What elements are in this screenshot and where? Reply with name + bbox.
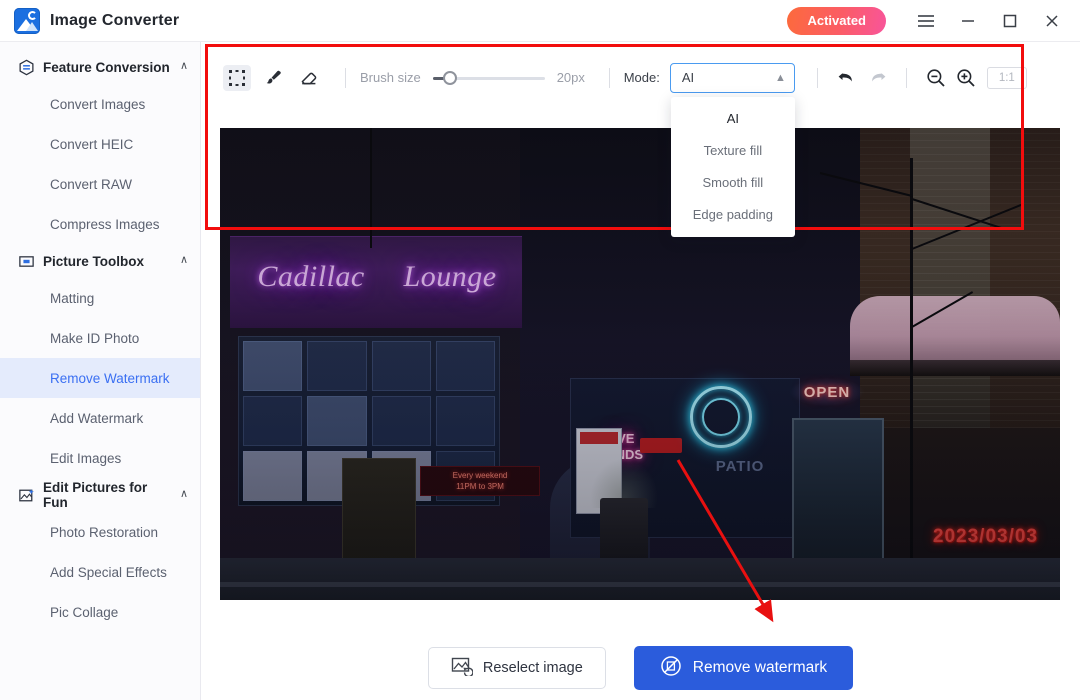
hexagon-convert-icon: [18, 59, 35, 76]
redo-arrow-icon[interactable]: [862, 64, 892, 92]
bare-tree: [910, 158, 913, 598]
slider-knob[interactable]: [442, 70, 457, 85]
mode-option-ai[interactable]: AI: [671, 103, 795, 135]
mode-option-smooth-fill[interactable]: Smooth fill: [671, 167, 795, 199]
mode-dropdown: AI Texture fill Smooth fill Edge padding: [670, 96, 795, 237]
toolbar-divider: [905, 67, 907, 88]
marquee-select-tool[interactable]: [223, 64, 251, 91]
edit-pictures-fun-icon: [18, 487, 35, 504]
mode-select[interactable]: AI ▲ AI Texture fill Smooth fill Edge pa…: [669, 62, 795, 237]
sidebar-section-feature-conversion[interactable]: Feature Conversion ∧: [0, 50, 200, 84]
open-neon-sign: OPEN: [790, 378, 864, 406]
main-panel: Brush size 20px Mode: AI ▲ AI Texture fi…: [201, 42, 1080, 700]
sidebar-item-add-watermark[interactable]: Add Watermark: [0, 398, 200, 438]
remove-watermark-button[interactable]: Remove watermark: [633, 646, 854, 690]
chevron-up-icon[interactable]: ▲: [775, 72, 786, 84]
neon-word-lounge: Lounge: [403, 260, 497, 293]
sidebar-section-label: Picture Toolbox: [43, 253, 145, 269]
sidebar-item-convert-heic[interactable]: Convert HEIC: [0, 124, 200, 164]
activated-button[interactable]: Activated: [787, 6, 886, 35]
zoom-ratio-button[interactable]: 1:1: [986, 66, 1027, 89]
mode-selected-value: AI: [681, 70, 695, 85]
image-converter-logo: [14, 7, 40, 34]
brush-tool[interactable]: [259, 65, 287, 91]
action-bar: Reselect image Remove watermark: [201, 636, 1080, 700]
zoom-in-icon[interactable]: [951, 64, 981, 92]
maximize-icon[interactable]: [990, 4, 1030, 38]
sidebar-item-photo-restoration[interactable]: Photo Restoration: [0, 512, 200, 552]
pink-cadillac: [850, 296, 1060, 368]
mode-label: Mode:: [623, 70, 660, 85]
sidebar-item-convert-images[interactable]: Convert Images: [0, 84, 200, 124]
zoom-out-icon[interactable]: [921, 64, 951, 92]
sidebar-section-label: Edit Pictures for Fun: [43, 480, 148, 510]
reselect-image-label: Reselect image: [482, 660, 583, 676]
sidebar-item-convert-raw[interactable]: Convert RAW: [0, 164, 200, 204]
sidebar-item-pic-collage[interactable]: Pic Collage: [0, 592, 200, 632]
sidebar: Feature Conversion ∧ Convert Images Conv…: [0, 42, 201, 700]
sidebar-item-edit-images[interactable]: Edit Images: [0, 438, 200, 478]
led-line-1: Every weekend: [452, 471, 508, 480]
brush-size-slider[interactable]: [432, 70, 545, 86]
sidebar-item-add-special-effects[interactable]: Add Special Effects: [0, 552, 200, 592]
close-icon[interactable]: [1032, 4, 1072, 38]
sidebar-item-matting[interactable]: Matting: [0, 278, 200, 318]
mode-option-texture-fill[interactable]: Texture fill: [671, 135, 795, 167]
editor-toolbar: Brush size 20px Mode: AI ▲ AI Texture fi…: [209, 50, 1072, 237]
neon-word-cadillac: Cadillac: [257, 260, 365, 293]
cadillac-lounge-neon-sign: Cadillac Lounge: [238, 246, 516, 308]
date-watermark: 2023/03/03: [932, 526, 1038, 547]
brush-size-value: 20px: [556, 70, 585, 85]
patio-text: PATIO: [715, 458, 765, 475]
brush-size-label: Brush size: [360, 70, 421, 85]
sidebar-item-compress-images[interactable]: Compress Images: [0, 204, 200, 244]
led-line-2: 11PM to 3PM: [456, 482, 504, 491]
toolbar-divider: [345, 67, 346, 88]
undo-arrow-icon[interactable]: [832, 64, 862, 92]
minimize-icon[interactable]: [948, 4, 988, 38]
picture-toolbox-icon: [18, 253, 35, 270]
toolbar-divider: [608, 67, 610, 88]
brand: Image Converter: [0, 7, 180, 34]
app-title: Image Converter: [50, 11, 180, 29]
eraser-tool[interactable]: [295, 65, 323, 91]
chevron-up-icon[interactable]: ∧: [180, 254, 188, 266]
window-controls: Activated: [787, 4, 1080, 38]
circular-neon-logo: [690, 386, 752, 448]
reselect-image-icon: [451, 656, 474, 680]
sidebar-item-remove-watermark[interactable]: Remove Watermark: [0, 358, 200, 398]
remove-watermark-label: Remove watermark: [692, 659, 828, 676]
sidebar-section-picture-toolbox[interactable]: Picture Toolbox ∧: [0, 244, 200, 278]
image-canvas[interactable]: Cadillac Lounge Every weekend 11PM to 3P…: [220, 128, 1060, 600]
reselect-image-button[interactable]: Reselect image: [427, 647, 606, 689]
remove-watermark-icon: [660, 655, 682, 682]
sidebar-section-label: Feature Conversion: [43, 59, 170, 75]
storefront-photo: Cadillac Lounge Every weekend 11PM to 3P…: [220, 128, 1060, 600]
chevron-up-icon[interactable]: ∧: [180, 60, 188, 72]
chevron-up-icon[interactable]: ∧: [180, 488, 188, 500]
led-scroll-sign: Every weekend 11PM to 3PM: [420, 466, 540, 496]
hamburger-menu-icon[interactable]: [906, 4, 946, 38]
sidebar-item-make-id-photo[interactable]: Make ID Photo: [0, 318, 200, 358]
sidebar-section-edit-pictures-for-fun[interactable]: Edit Pictures for Fun ∧: [0, 478, 200, 512]
title-bar: Image Converter Activated: [0, 0, 1080, 42]
app-window: Image Converter Activated Feature Conver…: [0, 0, 1080, 700]
mode-option-edge-padding[interactable]: Edge padding: [671, 199, 795, 231]
toolbar-divider: [816, 67, 818, 88]
